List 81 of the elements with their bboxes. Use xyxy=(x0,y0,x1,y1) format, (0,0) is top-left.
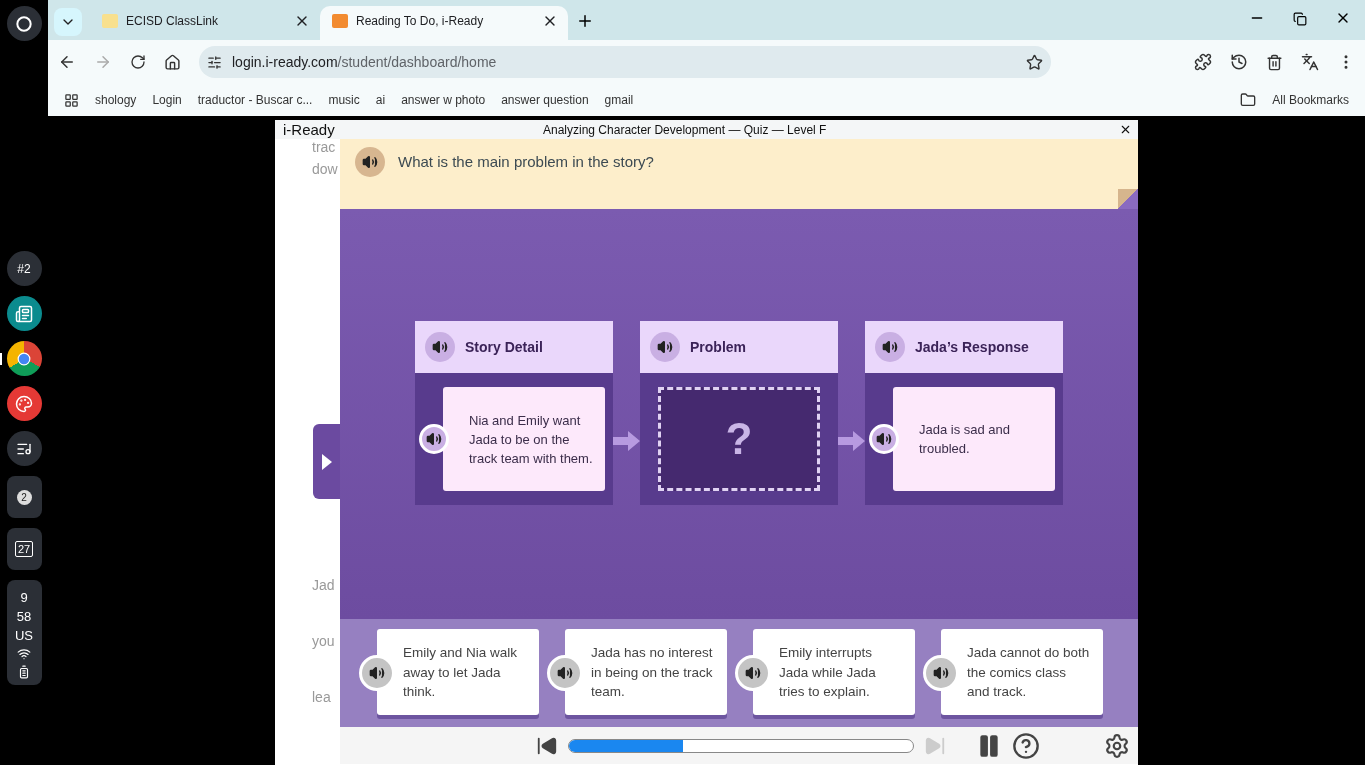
bookmark[interactable]: traductor - Buscar c... xyxy=(197,93,313,107)
translate-icon[interactable] xyxy=(1301,53,1319,71)
column-heading: Story Detail xyxy=(465,339,543,355)
speaker-button[interactable] xyxy=(650,332,680,362)
passage-text: dow xyxy=(312,161,338,177)
detail-card: Nia and Emily want Jada to be on the track team with them. xyxy=(443,387,605,491)
tab-search-button[interactable] xyxy=(54,8,82,36)
column-heading: Problem xyxy=(690,339,746,355)
i-ready-logo: i-Ready xyxy=(283,121,336,138)
back-icon[interactable] xyxy=(58,53,76,71)
palette-icon xyxy=(15,394,33,413)
speaker-button[interactable] xyxy=(869,424,899,454)
cube-icon xyxy=(332,14,348,28)
apps-icon[interactable] xyxy=(64,92,79,108)
trash-icon[interactable] xyxy=(1266,53,1283,71)
newspaper-icon xyxy=(15,304,33,323)
triangle-icon xyxy=(321,453,332,470)
browser-tab[interactable]: ECISD ClassLink xyxy=(90,6,320,40)
calendar-button[interactable]: 27 xyxy=(6,528,42,570)
launcher-button[interactable] xyxy=(6,6,42,41)
question-text: What is the main problem in the story? xyxy=(398,152,654,170)
extensions-icon[interactable] xyxy=(1194,53,1212,71)
status-tray[interactable]: 9 58 US xyxy=(6,580,42,685)
restore-icon[interactable] xyxy=(1293,12,1307,26)
passage-text: you xyxy=(312,633,335,649)
speaker-button[interactable] xyxy=(425,332,455,362)
browser-tab[interactable]: Reading To Do, i-Ready xyxy=(320,6,568,40)
quiz-title: Analyzing Character Development — Quiz — Level F xyxy=(543,122,828,137)
speaker-icon xyxy=(876,431,892,447)
folder-icon xyxy=(1240,92,1257,108)
new-tab-icon[interactable] xyxy=(576,12,594,30)
bookmark[interactable]: gmail xyxy=(604,93,634,107)
close-icon[interactable] xyxy=(1119,123,1132,136)
classroom-app-icon[interactable] xyxy=(6,296,42,331)
speaker-icon xyxy=(933,665,949,681)
bookmark[interactable]: answer w photo xyxy=(401,93,486,107)
column-heading: Jada’s Response xyxy=(915,339,1029,355)
speaker-icon xyxy=(369,665,385,681)
speaker-icon xyxy=(432,339,448,355)
notification-badge[interactable]: 2 xyxy=(6,476,42,518)
passage-text: lea xyxy=(312,689,331,705)
speaker-icon xyxy=(657,339,673,355)
speaker-icon xyxy=(557,665,573,681)
circle-icon xyxy=(16,15,32,32)
star-icon[interactable] xyxy=(1026,53,1043,71)
history-icon[interactable] xyxy=(1230,53,1248,71)
wifi-icon xyxy=(17,647,31,661)
arrow-icon xyxy=(613,431,640,451)
help-icon[interactable] xyxy=(1012,731,1040,760)
detail-card: Jada is sad and troubled. xyxy=(893,387,1055,491)
desk-button[interactable]: #2 xyxy=(6,251,42,286)
home-icon[interactable] xyxy=(164,53,181,71)
all-bookmarks[interactable]: All Bookmarks xyxy=(1272,93,1349,107)
bookmark[interactable]: answer question xyxy=(501,93,589,107)
bookmark[interactable]: Login xyxy=(152,93,182,107)
speaker-icon xyxy=(882,339,898,355)
bookmark[interactable]: ai xyxy=(375,93,386,107)
site-icon xyxy=(102,14,118,28)
expand-tab[interactable] xyxy=(313,424,340,499)
circle-icon xyxy=(17,351,31,366)
speaker-button[interactable] xyxy=(355,147,385,177)
reload-icon[interactable] xyxy=(130,54,146,70)
answer-slot[interactable]: ? xyxy=(658,387,820,491)
site-settings-icon[interactable] xyxy=(207,54,222,70)
passage-text: Jad xyxy=(312,577,335,593)
speaker-icon xyxy=(362,154,378,170)
bookmark[interactable]: shology xyxy=(95,93,137,107)
speaker-icon xyxy=(426,431,442,447)
speaker-button[interactable] xyxy=(419,424,449,454)
page-curl-icon xyxy=(1118,189,1138,209)
arrow-icon xyxy=(838,431,865,451)
palette-app-icon[interactable] xyxy=(6,386,42,421)
passage-text: trac xyxy=(312,139,336,155)
chrome-app-icon[interactable] xyxy=(6,341,42,376)
speaker-icon xyxy=(745,665,761,681)
battery-icon xyxy=(17,665,31,679)
settings-icon[interactable] xyxy=(1104,732,1130,759)
bookmark[interactable]: music xyxy=(328,93,360,107)
address-bar[interactable]: login.i-ready.com/student/dashboard/home xyxy=(199,46,1051,78)
media-controls-icon[interactable] xyxy=(6,431,42,466)
speaker-button[interactable] xyxy=(875,332,905,362)
